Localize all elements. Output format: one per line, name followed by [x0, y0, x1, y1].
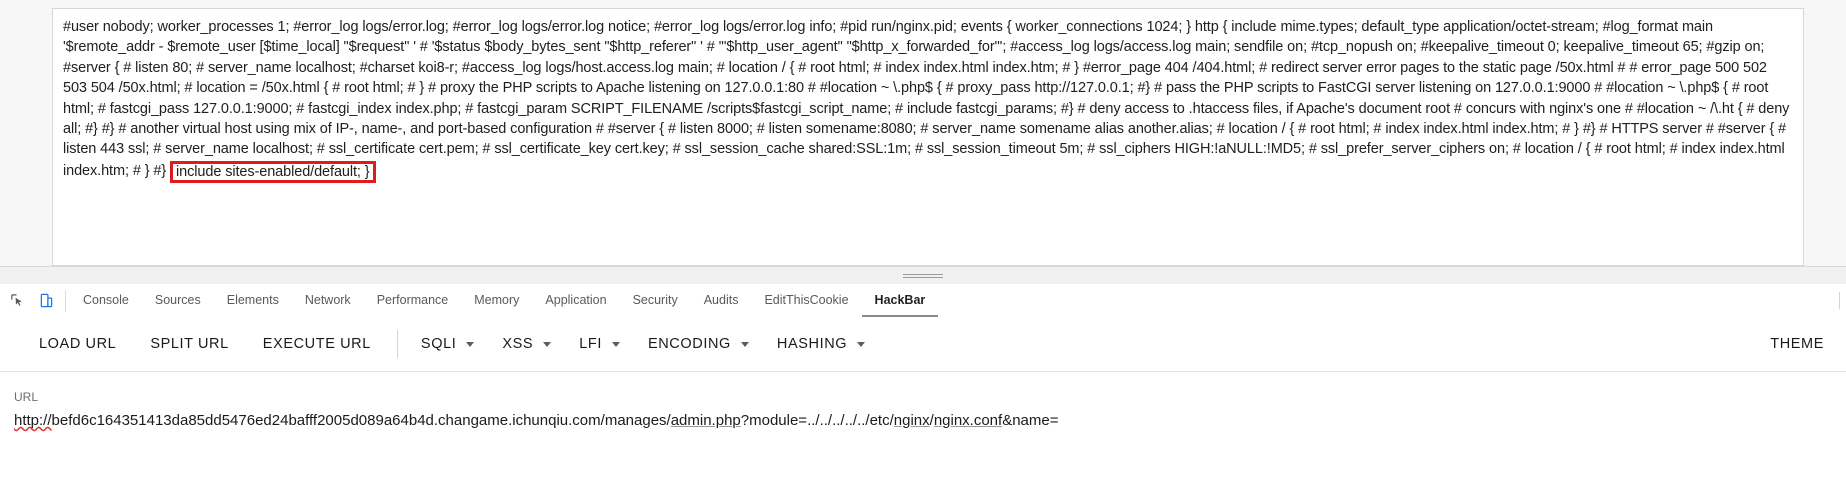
nginx-config-text: #user nobody; worker_processes 1; #error… [63, 17, 1793, 183]
url-dir: nginx [893, 412, 930, 429]
encoding-menu[interactable]: ENCODING [634, 336, 763, 352]
execute-url-button[interactable]: EXECUTE URL [246, 336, 388, 352]
chevron-down-icon [857, 341, 866, 347]
tab-network[interactable]: Network [292, 284, 364, 317]
device-toolbar-icon[interactable] [35, 290, 57, 312]
tab-application[interactable]: Application [532, 284, 619, 317]
highlighted-include-directive: include sites-enabled/default; } [170, 160, 376, 183]
tab-security[interactable]: Security [620, 284, 691, 317]
devtools-tabs: Console Sources Elements Network Perform… [66, 284, 939, 317]
hackbar-toolbar: LOAD URL SPLIT URL EXECUTE URL SQLI XSS … [0, 317, 1846, 372]
inspect-element-icon[interactable] [6, 290, 28, 312]
sqli-menu[interactable]: SQLI [407, 336, 488, 352]
url-query-prefix: ?module= [740, 412, 808, 429]
config-text-body: #user nobody; worker_processes 1; #error… [63, 19, 1790, 179]
url-host: befd6c164351413da85dd5476ed24bafff2005d0… [51, 412, 601, 429]
load-url-button[interactable]: LOAD URL [22, 336, 133, 352]
chevron-down-icon [466, 341, 475, 347]
xss-menu[interactable]: XSS [488, 336, 565, 352]
tab-sources[interactable]: Sources [142, 284, 214, 317]
tab-audits[interactable]: Audits [691, 284, 752, 317]
tab-elements[interactable]: Elements [214, 284, 292, 317]
resizer-grip-icon [903, 274, 943, 278]
lfi-menu-label: LFI [579, 336, 602, 352]
url-path-prefix: /manages/ [600, 412, 671, 429]
url-query-suffix: &name= [1002, 412, 1059, 429]
hackbar-url-section: URL http://befd6c164351413da85dd5476ed24… [0, 372, 1846, 504]
url-script: admin.php [670, 412, 741, 429]
tab-memory[interactable]: Memory [461, 284, 532, 317]
tab-editthiscookie[interactable]: EditThisCookie [751, 284, 861, 317]
page-content-area: #user nobody; worker_processes 1; #error… [0, 0, 1846, 290]
devtools-resizer[interactable] [0, 266, 1846, 286]
url-field-label: URL [14, 390, 39, 404]
hashing-menu-label: HASHING [776, 336, 848, 352]
split-url-button[interactable]: SPLIT URL [133, 336, 245, 352]
toolbar-divider [396, 330, 398, 358]
hashing-menu[interactable]: HASHING [763, 336, 879, 352]
url-traversal: ../../../../../etc/ [807, 412, 894, 429]
url-scheme: http:// [14, 412, 52, 429]
encoding-menu-label: ENCODING [647, 336, 731, 352]
devtools-icon-group [0, 289, 66, 312]
lfi-menu[interactable]: LFI [565, 336, 634, 352]
chevron-down-icon [740, 341, 749, 347]
tab-hackbar[interactable]: HackBar [861, 284, 939, 317]
devtools-right-divider [1839, 292, 1840, 309]
chevron-down-icon [611, 341, 620, 347]
tab-performance[interactable]: Performance [364, 284, 462, 317]
devtools-tab-strip: Console Sources Elements Network Perform… [0, 284, 1846, 318]
theme-button[interactable]: THEME [1770, 336, 1824, 352]
chevron-down-icon [543, 341, 552, 347]
sqli-menu-label: SQLI [420, 336, 457, 352]
url-input[interactable]: http://befd6c164351413da85dd5476ed24baff… [14, 410, 1830, 432]
nginx-config-output-box: #user nobody; worker_processes 1; #error… [52, 8, 1804, 266]
tab-console[interactable]: Console [70, 284, 142, 317]
xss-menu-label: XSS [502, 336, 534, 352]
url-file: nginx.conf [933, 412, 1003, 429]
